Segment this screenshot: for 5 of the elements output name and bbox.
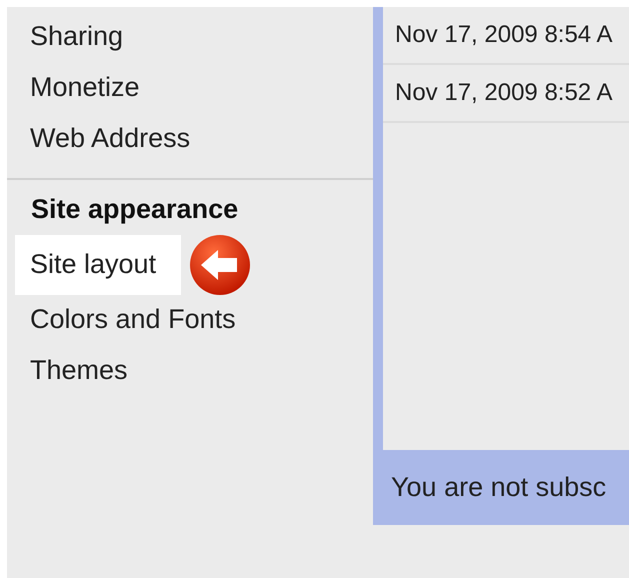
subscription-text: You are not subsc bbox=[391, 472, 606, 503]
section-heading: Site appearance bbox=[30, 194, 238, 225]
date-text: Nov 17, 2009 8:52 A bbox=[395, 79, 612, 107]
sidebar-item[interactable]: Site layout bbox=[15, 234, 182, 294]
date-text: Nov 17, 2009 8:54 A bbox=[395, 21, 612, 49]
